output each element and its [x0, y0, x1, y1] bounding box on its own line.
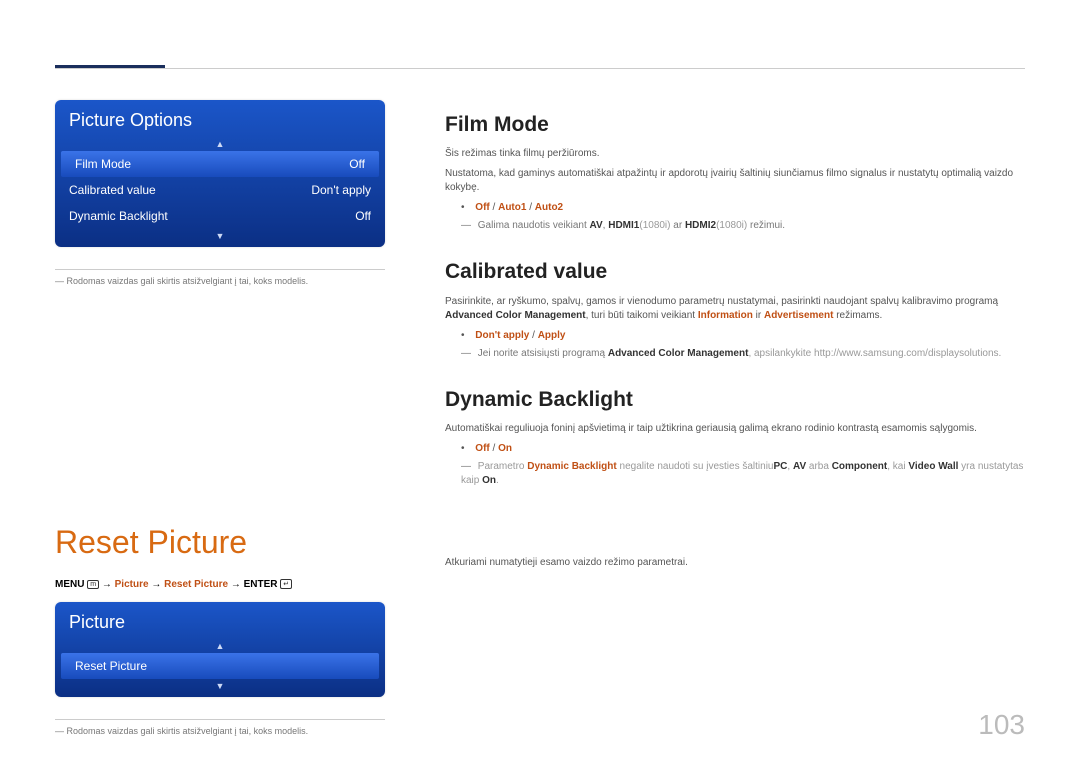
menu-row-label: Dynamic Backlight — [69, 209, 168, 223]
panel-title: Picture Options — [55, 100, 385, 137]
menu-row-label: Reset Picture — [75, 659, 147, 673]
option-auto1: Auto1 — [498, 202, 526, 213]
text: režimams. — [833, 310, 882, 321]
text: Pasirinkite, ar ryškumo, spalvų, gamos i… — [445, 296, 998, 307]
note-text: negalite naudoti su įvesties šaltiniu — [617, 461, 774, 472]
option-off: Off — [475, 202, 489, 213]
arrow-icon: → — [231, 579, 244, 590]
option-apply: Apply — [538, 330, 566, 341]
menu-row-label: Calibrated value — [69, 183, 156, 197]
film-mode-description: Šis režimas tinka filmų peržiūroms. — [445, 147, 1030, 161]
note-text: arba — [806, 461, 832, 472]
note-text: ar — [671, 220, 685, 231]
divider — [55, 269, 385, 270]
menu-path: MENU m → Picture → Reset Picture → ENTER… — [55, 579, 385, 590]
option-auto2: Auto2 — [535, 202, 563, 213]
note-text: (1080i) — [639, 220, 670, 231]
arrow-icon: → — [102, 579, 115, 590]
picture-options-panel: Picture Options ▲ Film Mode Off Calibrat… — [55, 100, 385, 247]
film-mode-options: Off / Auto1 / Auto2 — [461, 201, 1030, 215]
chevron-down-icon[interactable]: ▼ — [55, 229, 385, 243]
menu-path-enter: ENTER — [244, 579, 278, 590]
dynamic-backlight-description: Automatiškai reguliuoja foninį apšvietim… — [445, 422, 1030, 436]
menu-path-picture: Picture — [115, 579, 149, 590]
page-number: 103 — [978, 709, 1025, 741]
page-header-rule — [55, 68, 1025, 69]
reset-picture-description: Atkuriami numatytieji esamo vaizdo režim… — [445, 556, 1030, 570]
left-column: Picture Options ▲ Film Mode Off Calibrat… — [55, 100, 385, 736]
picture-panel: Picture ▲ Reset Picture ▼ — [55, 602, 385, 697]
right-column: Film Mode Šis režimas tinka filmų peržiū… — [445, 110, 1030, 576]
menu-row-label: Film Mode — [75, 157, 131, 171]
menu-row-film-mode[interactable]: Film Mode Off — [61, 151, 379, 177]
note-text: , kai — [887, 461, 908, 472]
note-text: . — [496, 475, 499, 486]
chevron-down-icon[interactable]: ▼ — [55, 679, 385, 693]
film-mode-note: Galima naudotis veikiant AV, HDMI1(1080i… — [461, 219, 1030, 233]
note-av: AV — [793, 461, 806, 472]
menu-row-reset-picture[interactable]: Reset Picture — [61, 653, 379, 679]
note-component: Component — [832, 461, 888, 472]
model-note: Rodomas vaizdas gali skirtis atsižvelgia… — [55, 276, 385, 286]
chevron-up-icon[interactable]: ▲ — [55, 137, 385, 151]
chevron-up-icon[interactable]: ▲ — [55, 639, 385, 653]
option-on: On — [498, 443, 512, 454]
menu-row-value: Don't apply — [311, 183, 371, 197]
note-text: (1080i) — [716, 220, 747, 231]
menu-icon: m — [87, 580, 99, 589]
note-text: Jei norite atsisiųsti programą — [478, 348, 608, 359]
dynamic-backlight-note: Parametro Dynamic Backlight negalite nau… — [461, 460, 1030, 488]
dynamic-backlight-options: Off / On — [461, 442, 1030, 456]
text-advertisement: Advertisement — [764, 310, 833, 321]
note-text: Parametro — [478, 461, 527, 472]
calibrated-options: Don't apply / Apply — [461, 329, 1030, 343]
note-bold: Advanced Color Management — [608, 348, 749, 359]
note-hdmi1: HDMI1 — [608, 220, 639, 231]
option-dont-apply: Don't apply — [475, 330, 529, 341]
note-videowall: Video Wall — [908, 461, 958, 472]
note-text: Galima naudotis veikiant — [478, 220, 590, 231]
note-on: On — [482, 475, 496, 486]
reset-picture-heading: Reset Picture — [55, 524, 385, 561]
text: , turi būti taikomi veikiant — [586, 310, 698, 321]
enter-icon: ↵ — [280, 579, 292, 589]
menu-row-value: Off — [349, 157, 365, 171]
menu-row-calibrated[interactable]: Calibrated value Don't apply — [55, 177, 385, 203]
note-db: Dynamic Backlight — [527, 461, 616, 472]
text-bold: Advanced Color Management — [445, 310, 586, 321]
calibrated-heading: Calibrated value — [445, 257, 1030, 286]
note-hdmi2: HDMI2 — [685, 220, 716, 231]
option-off: Off — [475, 443, 489, 454]
calibrated-description: Pasirinkite, ar ryškumo, spalvų, gamos i… — [445, 295, 1030, 323]
menu-path-menu: MENU — [55, 579, 84, 590]
model-note: Rodomas vaizdas gali skirtis atsižvelgia… — [55, 726, 385, 736]
dynamic-backlight-heading: Dynamic Backlight — [445, 385, 1030, 414]
note-pc: PC — [774, 461, 788, 472]
menu-row-dynamic-backlight[interactable]: Dynamic Backlight Off — [55, 203, 385, 229]
text-information: Information — [698, 310, 753, 321]
film-mode-heading: Film Mode — [445, 110, 1030, 139]
film-mode-description-2: Nustatoma, kad gaminys automatiškai atpa… — [445, 167, 1030, 195]
panel-title: Picture — [55, 602, 385, 639]
note-av: AV — [590, 220, 603, 231]
note-text: , apsilankykite http://www.samsung.com/d… — [748, 348, 1001, 359]
note-text: režimui. — [747, 220, 785, 231]
calibrated-note: Jei norite atsisiųsti programą Advanced … — [461, 347, 1030, 361]
menu-row-value: Off — [355, 209, 371, 223]
arrow-icon: → — [151, 579, 164, 590]
text: ir — [753, 310, 764, 321]
divider — [55, 719, 385, 720]
menu-path-reset: Reset Picture — [164, 579, 228, 590]
